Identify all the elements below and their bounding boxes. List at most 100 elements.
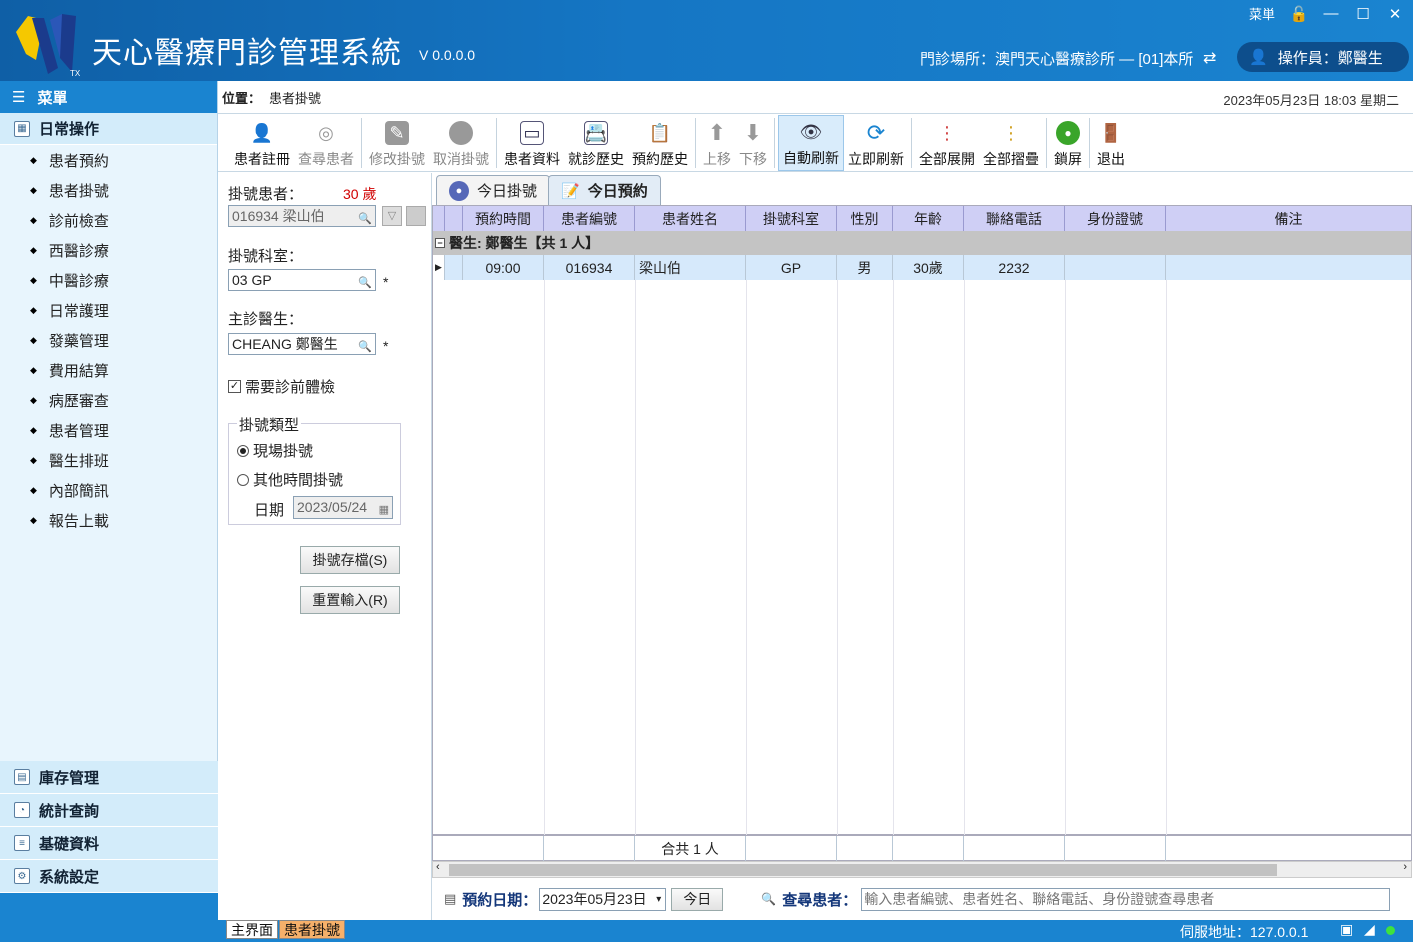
sidebar-item-label: 中醫診療 bbox=[48, 272, 109, 290]
group-statistics[interactable]: ◔ 統計查詢 bbox=[0, 794, 218, 827]
patient-field[interactable]: 016934 梁山伯 🔍 bbox=[228, 205, 376, 227]
operator-badge[interactable]: 👤 操作員：鄭醫生 bbox=[1237, 42, 1409, 72]
checkbox-check-icon: ✓ bbox=[228, 380, 241, 393]
storage-icon: ▣ bbox=[1340, 921, 1354, 937]
sidebar-item-reports[interactable]: ◆ 報告上載 bbox=[0, 505, 217, 535]
move-up-button[interactable]: ⬆ 上移 bbox=[699, 115, 735, 171]
sidebar-item-registration[interactable]: ◆ 患者掛號 bbox=[0, 175, 217, 205]
app-title: 天心醫療門診管理系統 bbox=[92, 36, 402, 71]
search-patient-input[interactable] bbox=[861, 887, 1391, 911]
auto-refresh-button[interactable]: 👁 自動刷新 bbox=[778, 115, 844, 171]
doctor-group-row[interactable]: − 醫生: 鄭醫生【共 1 人】 bbox=[433, 231, 1411, 255]
appointment-history-button[interactable]: 📋 預約歷史 bbox=[628, 115, 692, 171]
col-header-idno[interactable]: 身份證號 bbox=[1065, 206, 1166, 231]
col-header-sex[interactable]: 性別 bbox=[837, 206, 893, 231]
other-time-radio[interactable]: 其他時間掛號 bbox=[237, 469, 343, 490]
bullet-icon: ◆ bbox=[30, 244, 37, 255]
summary-cell bbox=[837, 836, 893, 861]
refresh-now-button[interactable]: ⟳ 立即刷新 bbox=[844, 115, 908, 171]
sidebar-item-appointment[interactable]: ◆ 患者預約 bbox=[0, 145, 217, 175]
date-field-value: 2023/05/24 bbox=[297, 499, 368, 515]
group-daily-ops[interactable]: ▦ 日常操作 bbox=[0, 113, 217, 145]
patient-info-button[interactable]: ▭ 患者資料 bbox=[500, 115, 564, 171]
sidebar-item-patients[interactable]: ◆ 患者管理 bbox=[0, 415, 217, 445]
horizontal-scrollbar[interactable]: ‹ › bbox=[432, 861, 1412, 878]
visit-history-button[interactable]: 📇 就診歷史 bbox=[564, 115, 628, 171]
clipboard-icon: 📋 bbox=[648, 122, 672, 143]
patient-extra-button[interactable] bbox=[406, 206, 426, 226]
scroll-left-icon[interactable]: ‹ bbox=[436, 861, 440, 873]
save-registration-button[interactable]: 掛號存檔(S) bbox=[300, 546, 400, 574]
modify-registration-button[interactable]: ✎ 修改掛號 bbox=[365, 115, 429, 171]
scroll-right-icon[interactable]: › bbox=[1403, 861, 1407, 873]
lock-screen-button[interactable]: ● 鎖屏 bbox=[1050, 115, 1086, 171]
sidebar-item-precheck[interactable]: ◆ 診前檢查 bbox=[0, 205, 217, 235]
sidebar-item-records[interactable]: ◆ 病歷審查 bbox=[0, 385, 217, 415]
tree-expand-icon: ⋮ bbox=[938, 122, 956, 143]
close-icon[interactable]: ✕ bbox=[1387, 6, 1403, 23]
tab-today-registration[interactable]: ● 今日掛號 bbox=[436, 175, 551, 205]
group-basic-data[interactable]: ≡ 基礎資料 bbox=[0, 827, 218, 860]
date-field[interactable]: 2023/05/24 ▦ bbox=[293, 496, 393, 519]
sidebar-item-schedule[interactable]: ◆ 醫生排班 bbox=[0, 445, 217, 475]
expand-all-button[interactable]: ⋮ 全部展開 bbox=[915, 115, 979, 171]
group-inventory[interactable]: ▤ 庫存管理 bbox=[0, 761, 218, 794]
col-header-time[interactable]: 預約時間 bbox=[463, 206, 544, 231]
location-value: 患者掛號 bbox=[269, 90, 322, 106]
col-header-phone[interactable]: 聯絡電話 bbox=[964, 206, 1065, 231]
cancel-registration-button[interactable]: 取消掛號 bbox=[429, 115, 493, 171]
status-tab-registration[interactable]: 患者掛號 bbox=[279, 920, 345, 939]
move-down-button[interactable]: ⬇ 下移 bbox=[735, 115, 771, 171]
sidebar-item-label: 報告上載 bbox=[48, 512, 109, 530]
scrollbar-thumb[interactable] bbox=[449, 864, 1277, 876]
menu-header[interactable]: ☰ 菜單 bbox=[0, 81, 217, 113]
grid-line bbox=[544, 280, 545, 836]
sidebar-item-label: 患者預約 bbox=[48, 152, 109, 170]
title-bar: TX 天心醫療門診管理系統 V 0.0.0.0 菜単 🔓 — ☐ ✕ 門診場所：… bbox=[0, 0, 1413, 81]
sidebar-item-messages[interactable]: ◆ 內部簡訊 bbox=[0, 475, 217, 505]
sidebar-item-western[interactable]: ◆ 西醫診療 bbox=[0, 235, 217, 265]
minimize-icon[interactable]: — bbox=[1323, 5, 1339, 22]
exit-door-icon: 🚪 bbox=[1099, 122, 1123, 143]
row-indicator-header bbox=[433, 206, 445, 231]
collapse-all-button[interactable]: ⋮ 全部摺疊 bbox=[979, 115, 1043, 171]
onsite-radio[interactable]: 現場掛號 bbox=[237, 440, 313, 461]
exit-button[interactable]: 🚪 退出 bbox=[1093, 115, 1129, 171]
sidebar-item-dispensing[interactable]: ◆ 發藥管理 bbox=[0, 325, 217, 355]
today-button[interactable]: 今日 bbox=[671, 887, 724, 911]
toolbar-separator bbox=[695, 118, 696, 168]
toolbar-separator bbox=[496, 118, 497, 168]
reset-input-button[interactable]: 重置輸入(R) bbox=[300, 586, 400, 614]
switch-clinic-icon[interactable]: ⇄ bbox=[1203, 48, 1216, 68]
arrow-down-icon: ⬇ bbox=[743, 120, 763, 145]
sidebar-item-label: 費用結算 bbox=[48, 362, 109, 380]
window-controls: 菜単 🔓 — ☐ ✕ bbox=[1249, 4, 1403, 23]
col-header-note[interactable]: 備注 bbox=[1166, 206, 1411, 231]
group-settings[interactable]: ⚙ 系統設定 bbox=[0, 860, 218, 893]
col-header-age[interactable]: 年齡 bbox=[893, 206, 964, 231]
doctor-field[interactable]: CHEANG 鄭醫生 🔍 bbox=[228, 333, 376, 355]
lock-window-icon[interactable]: 🔓 bbox=[1290, 6, 1309, 23]
register-patient-button[interactable]: 👤 患者註冊 bbox=[230, 115, 294, 171]
sidebar-item-nursing[interactable]: ◆ 日常護理 bbox=[0, 295, 217, 325]
col-header-dept[interactable]: 掛號科室 bbox=[746, 206, 837, 231]
dept-field[interactable]: 03 GP 🔍 bbox=[228, 269, 376, 291]
collapse-icon[interactable]: − bbox=[435, 238, 445, 248]
status-tab-main[interactable]: 主界面 bbox=[226, 920, 278, 939]
tab-today-appointment[interactable]: 📝 今日預約 bbox=[548, 175, 661, 205]
sidebar-item-billing[interactable]: ◆ 費用結算 bbox=[0, 355, 217, 385]
col-header-name[interactable]: 患者姓名 bbox=[635, 206, 746, 231]
precheck-checkbox[interactable]: ✓ 需要診前體檢 bbox=[228, 376, 335, 397]
menu-label[interactable]: 菜単 bbox=[1249, 4, 1275, 23]
appt-date-select[interactable]: 2023年05月23日 ▾ bbox=[539, 887, 667, 911]
table-row[interactable]: ▶ 09:00 016934 梁山伯 GP 男 30歲 2232 bbox=[433, 255, 1411, 280]
clear-patient-icon[interactable]: ▽ bbox=[382, 206, 402, 226]
col-header-id[interactable]: 患者編號 bbox=[544, 206, 635, 231]
grid-line bbox=[893, 280, 894, 836]
search-patient-button[interactable]: ◎ 查尋患者 bbox=[294, 115, 358, 171]
radio-label: 現場掛號 bbox=[253, 443, 314, 460]
sidebar-item-chinese[interactable]: ◆ 中醫診療 bbox=[0, 265, 217, 295]
maximize-icon[interactable]: ☐ bbox=[1355, 6, 1371, 23]
cancel-icon bbox=[449, 121, 473, 145]
group-label: 庫存管理 bbox=[39, 769, 100, 787]
